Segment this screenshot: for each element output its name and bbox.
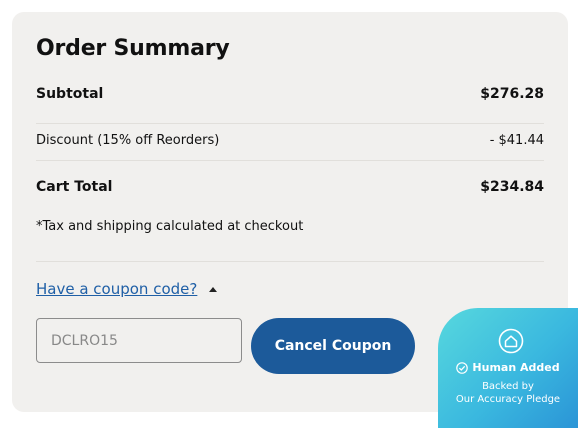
badge-subtitle: Backed by Our Accuracy Pledge [438, 380, 578, 406]
coupon-code-input[interactable] [36, 318, 242, 363]
badge-title-text: Human Added [472, 361, 560, 374]
subtotal-row: Subtotal $276.28 [36, 86, 544, 102]
badge-line-1: Backed by [482, 381, 534, 392]
cart-total-value: $234.84 [480, 179, 544, 195]
badge-line-2: Our Accuracy Pledge [455, 394, 561, 405]
cancel-coupon-button[interactable]: Cancel Coupon [251, 318, 415, 374]
subtotal-label: Subtotal [36, 86, 104, 102]
coupon-toggle[interactable]: Have a coupon code? [36, 280, 218, 298]
discount-row: Discount (15% off Reorders) - $41.44 [36, 133, 544, 148]
badge-title: Human Added [438, 361, 578, 374]
cart-total-row: Cart Total $234.84 [36, 179, 544, 195]
divider [36, 123, 544, 124]
discount-label: Discount (15% off Reorders) [36, 133, 220, 148]
tax-note: *Tax and shipping calculated at checkout [36, 219, 304, 234]
cart-total-label: Cart Total [36, 179, 113, 195]
discount-value: - $41.44 [489, 133, 544, 148]
subtotal-value: $276.28 [480, 86, 544, 102]
divider [36, 261, 544, 262]
accuracy-pledge-badge[interactable]: Human Added Backed by Our Accuracy Pledg… [438, 308, 578, 428]
divider [36, 160, 544, 161]
coupon-toggle-link[interactable]: Have a coupon code? [36, 280, 197, 298]
house-badge-icon [498, 328, 524, 354]
check-circle-icon [456, 361, 469, 374]
order-summary-title: Order Summary [36, 36, 230, 61]
caret-up-icon[interactable] [209, 286, 218, 292]
